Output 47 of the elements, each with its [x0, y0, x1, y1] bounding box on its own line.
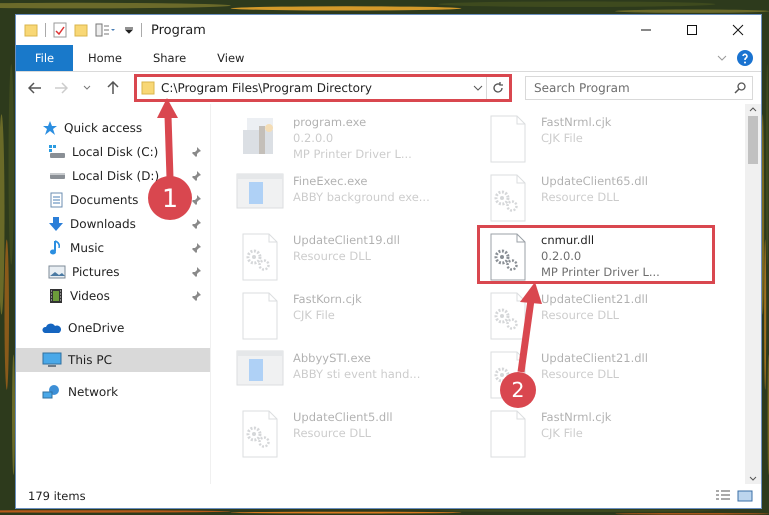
back-arrow-icon[interactable]	[28, 82, 42, 94]
nav-item[interactable]: Downloads	[48, 216, 136, 232]
refresh-icon[interactable]	[492, 82, 504, 94]
nav-item[interactable]: Network	[42, 384, 118, 400]
network-icon	[42, 384, 62, 400]
nav-item[interactable]: Pictures	[48, 264, 120, 280]
properties-icon[interactable]	[53, 22, 67, 38]
search-icon	[734, 82, 746, 94]
ribbon-tab[interactable]: Share	[138, 45, 202, 71]
up-arrow-icon[interactable]	[107, 81, 119, 95]
monitor-icon	[42, 352, 62, 368]
file-item[interactable]: cnmur.dll 0.2.0.0 MP Printer Driver L...	[541, 232, 660, 280]
nav-item[interactable]: Music	[48, 240, 104, 256]
star-icon	[42, 120, 58, 136]
window-title: Program	[151, 22, 206, 38]
film-icon	[48, 288, 64, 304]
dropdown-icon[interactable]	[124, 25, 134, 35]
step-marker: 2	[500, 372, 536, 408]
nav-item[interactable]: Local Disk (D:)	[48, 169, 160, 183]
drive-icon	[48, 144, 66, 160]
nav-item[interactable]: This PC	[42, 352, 112, 368]
help-icon[interactable]	[737, 50, 753, 66]
address-bar[interactable]: C:\Program Files\Program Directory	[134, 74, 512, 102]
address-text: C:\Program Files\Program Directory	[161, 81, 372, 95]
search-field[interactable]: Search Program	[525, 76, 753, 100]
customize-toolbar-icon[interactable]	[95, 23, 117, 37]
nav-item[interactable]: Local Disk (C:)	[48, 144, 158, 160]
nav-item[interactable]: Documents	[48, 192, 138, 208]
nav-item[interactable]: Videos	[48, 288, 110, 304]
scroll-thumb[interactable]	[748, 116, 758, 164]
document-icon	[48, 192, 64, 208]
folder-icon	[141, 81, 155, 95]
ribbon-tab[interactable]: Home	[73, 45, 138, 71]
large-icons-view-icon[interactable]	[737, 489, 753, 503]
pictures-icon	[48, 264, 66, 280]
file-menu-button[interactable]: File	[16, 45, 73, 71]
item-count: 179 items	[28, 489, 87, 503]
nav-item[interactable]: OneDrive	[42, 320, 124, 336]
drive-icon	[48, 172, 66, 180]
download-icon	[48, 216, 64, 232]
scrollbar[interactable]	[745, 104, 761, 484]
nav-item[interactable]: Quick access	[42, 120, 142, 136]
expand-ribbon-icon[interactable]	[717, 54, 727, 62]
ribbon-tab[interactable]: View	[202, 45, 260, 71]
window-icon	[236, 173, 284, 209]
recent-locations-icon[interactable]	[83, 85, 91, 91]
window-icon	[236, 350, 284, 386]
